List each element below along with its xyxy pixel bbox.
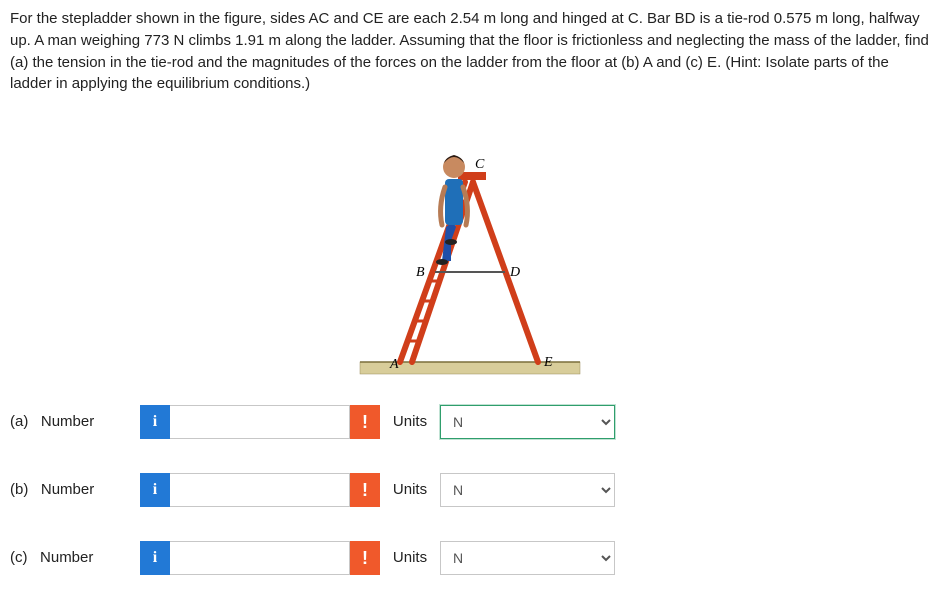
label-b: B xyxy=(416,263,425,283)
answer-row-a: (a) Number i ! Units N xyxy=(10,405,930,439)
question-text: For the stepladder shown in the figure, … xyxy=(10,8,930,95)
number-input-a[interactable] xyxy=(170,405,350,439)
part-letter: (a) xyxy=(10,413,28,430)
number-label: Number xyxy=(41,481,94,498)
number-input-b[interactable] xyxy=(170,473,350,507)
warning-icon: ! xyxy=(350,473,380,507)
label-d: D xyxy=(510,263,520,283)
stepladder-figure: A B C D E xyxy=(350,107,590,387)
part-label: (c) Number xyxy=(10,547,140,569)
units-select-b[interactable]: N xyxy=(440,473,615,507)
units-select-c[interactable]: N xyxy=(440,541,615,575)
figure-container: A B C D E xyxy=(10,107,930,387)
answers-container: (a) Number i ! Units N (b) Number i ! Un… xyxy=(10,405,930,575)
number-label: Number xyxy=(40,549,93,566)
warning-icon: ! xyxy=(350,405,380,439)
units-label: Units xyxy=(380,547,440,569)
info-icon[interactable]: i xyxy=(140,405,170,439)
answer-row-c: (c) Number i ! Units N xyxy=(10,541,930,575)
label-a: A xyxy=(390,355,399,375)
label-e: E xyxy=(544,353,553,373)
info-icon[interactable]: i xyxy=(140,541,170,575)
part-letter: (c) xyxy=(10,549,28,566)
part-letter: (b) xyxy=(10,481,28,498)
part-label: (b) Number xyxy=(10,479,140,501)
units-label: Units xyxy=(380,479,440,501)
answer-row-b: (b) Number i ! Units N xyxy=(10,473,930,507)
warning-icon: ! xyxy=(350,541,380,575)
number-input-c[interactable] xyxy=(170,541,350,575)
units-label: Units xyxy=(380,411,440,433)
number-label: Number xyxy=(41,413,94,430)
ladder-svg xyxy=(350,107,590,387)
label-c: C xyxy=(475,155,484,175)
part-label: (a) Number xyxy=(10,411,140,433)
info-icon[interactable]: i xyxy=(140,473,170,507)
units-select-a[interactable]: N xyxy=(440,405,615,439)
